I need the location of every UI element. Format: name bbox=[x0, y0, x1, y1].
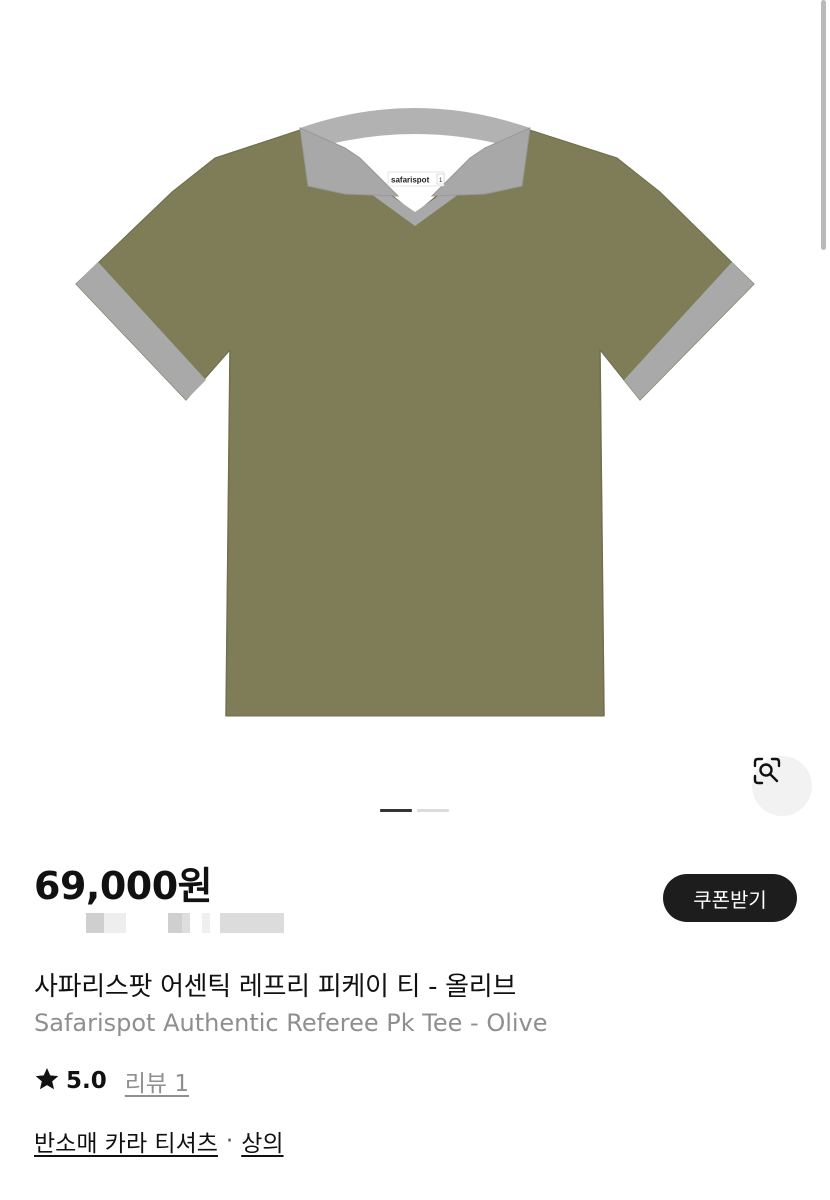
scrollbar[interactable] bbox=[821, 0, 826, 250]
review-count-link[interactable]: 리뷰 1 bbox=[125, 1064, 189, 1098]
tee-label-text: safarispot bbox=[391, 176, 430, 185]
product-name-korean: 사파리스팟 어센틱 레프리 피케이 티 - 올리브 bbox=[34, 972, 517, 1002]
category-link-sub[interactable]: 반소매 카라 티셔츠 bbox=[34, 1124, 218, 1158]
product-price: 69,000원 bbox=[34, 864, 213, 908]
category-breadcrumb: 반소매 카라 티셔츠 · 상의 bbox=[34, 1124, 284, 1158]
category-link-main[interactable]: 상의 bbox=[241, 1124, 283, 1158]
carousel-dot[interactable] bbox=[380, 809, 412, 812]
rating-row: 5.0 리뷰 1 bbox=[34, 1064, 189, 1098]
carousel-dot[interactable] bbox=[417, 809, 449, 812]
product-detail-page: safarispot 1 69,000원 쿠폰받기 사파리스팟 어센틱 레프리 … bbox=[0, 0, 830, 1200]
star-icon bbox=[34, 1066, 60, 1096]
rating-value: 5.0 bbox=[66, 1068, 107, 1094]
product-image-carousel[interactable]: safarispot 1 bbox=[0, 0, 830, 816]
product-photo: safarispot 1 bbox=[75, 108, 755, 717]
carousel-indicator bbox=[380, 809, 449, 813]
lens-search-button[interactable] bbox=[752, 756, 812, 816]
get-coupon-button[interactable]: 쿠폰받기 bbox=[663, 874, 797, 922]
category-separator: · bbox=[225, 1128, 234, 1154]
product-name-english: Safarispot Authentic Referee Pk Tee - Ol… bbox=[34, 1009, 548, 1037]
